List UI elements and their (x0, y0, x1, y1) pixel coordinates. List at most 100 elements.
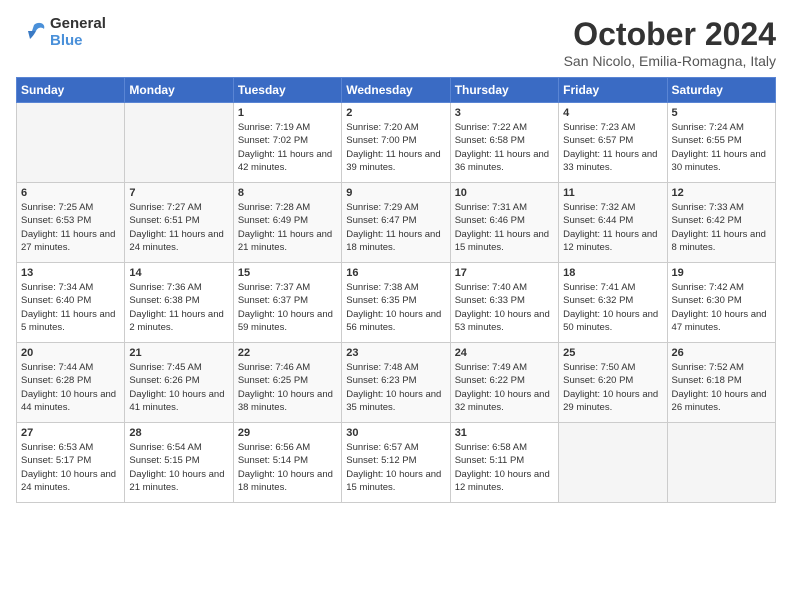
day-detail: Sunrise: 7:42 AM Sunset: 6:30 PM Dayligh… (672, 281, 771, 334)
calendar-cell: 13 Sunrise: 7:34 AM Sunset: 6:40 PM Dayli… (17, 263, 125, 343)
day-number: 5 (672, 107, 771, 119)
calendar-cell: 30 Sunrise: 6:57 AM Sunset: 5:12 PM Dayli… (342, 423, 450, 503)
day-detail: Sunrise: 7:45 AM Sunset: 6:26 PM Dayligh… (129, 361, 228, 414)
day-number: 9 (346, 187, 445, 199)
day-detail: Sunrise: 7:33 AM Sunset: 6:42 PM Dayligh… (672, 201, 771, 254)
day-number: 17 (455, 267, 554, 279)
day-detail: Sunrise: 7:38 AM Sunset: 6:35 PM Dayligh… (346, 281, 445, 334)
week-row-2: 6Sunrise: 7:25 AM Sunset: 6:53 PM Daylig… (17, 183, 776, 263)
day-number: 27 (21, 427, 120, 439)
day-number: 29 (238, 427, 337, 439)
calendar-cell: 3 Sunrise: 7:22 AM Sunset: 6:58 PM Daylig… (450, 103, 558, 183)
day-number: 12 (672, 187, 771, 199)
day-detail: Sunrise: 7:50 AM Sunset: 6:20 PM Dayligh… (563, 361, 662, 414)
calendar-cell: 25 Sunrise: 7:50 AM Sunset: 6:20 PM Dayli… (559, 343, 667, 423)
calendar-cell: 31 Sunrise: 6:58 AM Sunset: 5:11 PM Dayli… (450, 423, 558, 503)
day-detail: Sunrise: 7:25 AM Sunset: 6:53 PM Dayligh… (21, 201, 120, 254)
day-number: 14 (129, 267, 228, 279)
day-number: 13 (21, 267, 120, 279)
day-detail: Sunrise: 7:31 AM Sunset: 6:46 PM Dayligh… (455, 201, 554, 254)
day-detail: Sunrise: 7:37 AM Sunset: 6:37 PM Dayligh… (238, 281, 337, 334)
day-number: 20 (21, 347, 120, 359)
day-detail: Sunrise: 6:58 AM Sunset: 5:11 PM Dayligh… (455, 441, 554, 494)
title-area: October 2024 San Nicolo, Emilia-Romagna,… (564, 16, 776, 69)
day-number: 16 (346, 267, 445, 279)
calendar-cell (17, 103, 125, 183)
day-number: 26 (672, 347, 771, 359)
day-number: 25 (563, 347, 662, 359)
calendar-cell: 23 Sunrise: 7:48 AM Sunset: 6:23 PM Dayli… (342, 343, 450, 423)
calendar-cell: 6Sunrise: 7:25 AM Sunset: 6:53 PM Daylig… (17, 183, 125, 263)
day-number: 2 (346, 107, 445, 119)
day-detail: Sunrise: 7:24 AM Sunset: 6:55 PM Dayligh… (672, 121, 771, 174)
day-number: 3 (455, 107, 554, 119)
week-row-3: 13 Sunrise: 7:34 AM Sunset: 6:40 PM Dayli… (17, 263, 776, 343)
calendar-cell: 11 Sunrise: 7:32 AM Sunset: 6:44 PM Dayli… (559, 183, 667, 263)
calendar-cell: 1Sunrise: 7:19 AM Sunset: 7:02 PM Daylig… (233, 103, 341, 183)
day-detail: Sunrise: 7:41 AM Sunset: 6:32 PM Dayligh… (563, 281, 662, 334)
day-header-saturday: Saturday (667, 78, 775, 103)
calendar-cell: 4Sunrise: 7:23 AM Sunset: 6:57 PM Daylig… (559, 103, 667, 183)
day-detail: Sunrise: 7:27 AM Sunset: 6:51 PM Dayligh… (129, 201, 228, 254)
calendar-cell: 5 Sunrise: 7:24 AM Sunset: 6:55 PM Daylig… (667, 103, 775, 183)
day-detail: Sunrise: 7:48 AM Sunset: 6:23 PM Dayligh… (346, 361, 445, 414)
logo-text-general: General (50, 16, 106, 33)
calendar-cell: 15 Sunrise: 7:37 AM Sunset: 6:37 PM Dayli… (233, 263, 341, 343)
calendar-title: October 2024 (564, 16, 776, 53)
day-number: 30 (346, 427, 445, 439)
calendar-cell: 7 Sunrise: 7:27 AM Sunset: 6:51 PM Daylig… (125, 183, 233, 263)
day-header-sunday: Sunday (17, 78, 125, 103)
calendar-table: SundayMondayTuesdayWednesdayThursdayFrid… (16, 77, 776, 503)
calendar-cell: 28 Sunrise: 6:54 AM Sunset: 5:15 PM Dayli… (125, 423, 233, 503)
day-detail: Sunrise: 7:40 AM Sunset: 6:33 PM Dayligh… (455, 281, 554, 334)
day-detail: Sunrise: 6:56 AM Sunset: 5:14 PM Dayligh… (238, 441, 337, 494)
calendar-cell: 26Sunrise: 7:52 AM Sunset: 6:18 PM Dayli… (667, 343, 775, 423)
day-number: 24 (455, 347, 554, 359)
day-header-thursday: Thursday (450, 78, 558, 103)
day-detail: Sunrise: 7:46 AM Sunset: 6:25 PM Dayligh… (238, 361, 337, 414)
day-detail: Sunrise: 7:29 AM Sunset: 6:47 PM Dayligh… (346, 201, 445, 254)
day-number: 7 (129, 187, 228, 199)
day-detail: Sunrise: 7:36 AM Sunset: 6:38 PM Dayligh… (129, 281, 228, 334)
calendar-cell: 27 Sunrise: 6:53 AM Sunset: 5:17 PM Dayli… (17, 423, 125, 503)
day-number: 11 (563, 187, 662, 199)
day-number: 1 (238, 107, 337, 119)
calendar-cell: 2 Sunrise: 7:20 AM Sunset: 7:00 PM Daylig… (342, 103, 450, 183)
calendar-cell (667, 423, 775, 503)
calendar-cell: 20 Sunrise: 7:44 AM Sunset: 6:28 PM Dayli… (17, 343, 125, 423)
calendar-subtitle: San Nicolo, Emilia-Romagna, Italy (564, 53, 776, 69)
day-number: 4 (563, 107, 662, 119)
day-number: 23 (346, 347, 445, 359)
week-row-5: 27 Sunrise: 6:53 AM Sunset: 5:17 PM Dayli… (17, 423, 776, 503)
calendar-cell: 12 Sunrise: 7:33 AM Sunset: 6:42 PM Dayli… (667, 183, 775, 263)
logo: General Blue (16, 16, 106, 49)
day-detail: Sunrise: 7:20 AM Sunset: 7:00 PM Dayligh… (346, 121, 445, 174)
day-number: 22 (238, 347, 337, 359)
logo-bird-icon (16, 17, 48, 49)
day-number: 15 (238, 267, 337, 279)
day-detail: Sunrise: 7:28 AM Sunset: 6:49 PM Dayligh… (238, 201, 337, 254)
day-detail: Sunrise: 7:22 AM Sunset: 6:58 PM Dayligh… (455, 121, 554, 174)
calendar-cell: 14 Sunrise: 7:36 AM Sunset: 6:38 PM Dayli… (125, 263, 233, 343)
calendar-cell: 17 Sunrise: 7:40 AM Sunset: 6:33 PM Dayli… (450, 263, 558, 343)
day-detail: Sunrise: 7:44 AM Sunset: 6:28 PM Dayligh… (21, 361, 120, 414)
day-number: 21 (129, 347, 228, 359)
day-number: 28 (129, 427, 228, 439)
calendar-cell: 9 Sunrise: 7:29 AM Sunset: 6:47 PM Daylig… (342, 183, 450, 263)
day-detail: Sunrise: 7:49 AM Sunset: 6:22 PM Dayligh… (455, 361, 554, 414)
day-header-tuesday: Tuesday (233, 78, 341, 103)
day-detail: Sunrise: 6:57 AM Sunset: 5:12 PM Dayligh… (346, 441, 445, 494)
day-number: 18 (563, 267, 662, 279)
day-detail: Sunrise: 7:32 AM Sunset: 6:44 PM Dayligh… (563, 201, 662, 254)
calendar-cell (559, 423, 667, 503)
calendar-cell: 19Sunrise: 7:42 AM Sunset: 6:30 PM Dayli… (667, 263, 775, 343)
day-number: 31 (455, 427, 554, 439)
day-detail: Sunrise: 6:54 AM Sunset: 5:15 PM Dayligh… (129, 441, 228, 494)
day-detail: Sunrise: 6:53 AM Sunset: 5:17 PM Dayligh… (21, 441, 120, 494)
calendar-cell (125, 103, 233, 183)
day-detail: Sunrise: 7:34 AM Sunset: 6:40 PM Dayligh… (21, 281, 120, 334)
logo-text-blue: Blue (50, 33, 106, 50)
day-header-wednesday: Wednesday (342, 78, 450, 103)
page-header: General Blue October 2024 San Nicolo, Em… (16, 16, 776, 69)
calendar-cell: 18 Sunrise: 7:41 AM Sunset: 6:32 PM Dayli… (559, 263, 667, 343)
